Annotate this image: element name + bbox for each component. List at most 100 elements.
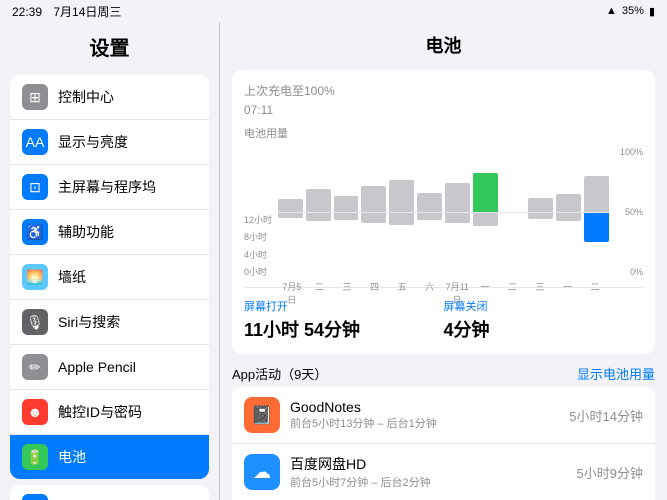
accessibility-label: 辅助功能 <box>58 222 114 242</box>
siri-label: Siri与搜索 <box>58 312 120 332</box>
touch-id-icon: ☻ <box>22 399 48 425</box>
app-name-0: GoodNotes <box>290 399 569 415</box>
x-label-4: 五 <box>388 280 416 306</box>
bar-top-7 <box>473 173 498 212</box>
status-bar: 22:39 7月14日周三 ▲ 35% ▮ <box>0 0 667 22</box>
bar-top-3 <box>361 186 386 212</box>
app-time-0: 5小时14分钟 <box>569 406 643 425</box>
bar-bottom-5 <box>417 213 442 220</box>
app-sub-1: 前台5小时7分钟 – 后台2分钟 <box>290 474 577 490</box>
bar-bottom-1 <box>306 213 331 221</box>
control-center-icon: ⊞ <box>22 84 48 110</box>
sidebar-item-battery[interactable]: 🔋 电池 <box>10 435 209 479</box>
status-time: 22:39 7月14日周三 <box>12 3 121 20</box>
x-label-9: 三 <box>526 280 554 306</box>
app-sub-0: 前台5小时13分钟 – 后台1分钟 <box>290 415 569 431</box>
wifi-icon: ▲ <box>606 5 617 17</box>
bar-bottom-3 <box>361 213 386 223</box>
bar-top-10 <box>556 194 581 212</box>
activity-title: App活动（9天） <box>232 364 327 383</box>
x-label-3: 四 <box>361 280 389 306</box>
screen-off-value: 4分钟 <box>444 316 644 342</box>
bar-top-5 <box>417 193 442 213</box>
bar-top-4 <box>389 180 414 213</box>
bar-bottom-6 <box>445 213 470 223</box>
screen-on-value: 11小时 54分钟 <box>244 316 444 342</box>
siri-icon: 🎙 <box>22 309 48 335</box>
bar-bottom-0 <box>278 213 303 218</box>
content-header: 电池 <box>220 22 667 64</box>
apple-pencil-icon: ✏ <box>22 354 48 380</box>
bar-bottom-11 <box>584 213 609 242</box>
battery-icon: ▮ <box>649 5 655 18</box>
sidebar-item-touch-id[interactable]: ☻ 触控ID与密码 <box>10 390 209 435</box>
wallpaper-label: 墙纸 <box>58 267 86 287</box>
x-label-7: 一 <box>471 280 499 306</box>
x-label-10: 一 <box>554 280 582 306</box>
chart-bottom-area: 12小时 8小时 4小时 0小时 <box>278 213 609 278</box>
last-charge-label: 上次充电至100% <box>244 82 643 99</box>
sidebar-item-home-screen[interactable]: ⊡ 主屏幕与程序坞 <box>10 165 209 210</box>
x-label-11: 二 <box>581 280 609 306</box>
x-label-0: 7月5日 <box>278 280 306 306</box>
apple-pencil-label: Apple Pencil <box>58 359 136 375</box>
bar-bottom-4 <box>389 213 414 225</box>
sidebar-item-control-center[interactable]: ⊞ 控制中心 <box>10 75 209 120</box>
battery-icon: 🔋 <box>22 444 48 470</box>
bar-top-9 <box>528 198 553 212</box>
bar-top-11 <box>584 176 609 212</box>
app-icon-0: 📓 <box>244 397 280 433</box>
x-label-5: 六 <box>416 280 444 306</box>
app-name-1: 百度网盘HD <box>290 454 577 474</box>
app-time-1: 5小时9分钟 <box>577 463 643 482</box>
bar-top-1 <box>306 189 331 212</box>
sidebar-item-siri[interactable]: 🎙 Siri与搜索 <box>10 300 209 345</box>
chart-x-labels: 7月5日二三四五六7月11日一二三一二 <box>278 280 609 306</box>
control-center-label: 控制中心 <box>58 87 114 107</box>
sidebar-item-accessibility[interactable]: ♿ 辅助功能 <box>10 210 209 255</box>
battery-percentage: 35% <box>622 5 644 17</box>
bar-top-0 <box>278 199 303 212</box>
battery-usage-label: 电池用量 <box>244 125 643 141</box>
battery-chart-section: 上次充电至100% 07:11 电池用量 100% 50% 0% 12小时 8小… <box>232 70 655 354</box>
bar-bottom-7 <box>473 213 498 226</box>
bar-top-6 <box>445 183 470 212</box>
sidebar-item-wallpaper[interactable]: 🌅 墙纸 <box>10 255 209 300</box>
x-label-1: 二 <box>306 280 334 306</box>
display-label: 显示与亮度 <box>58 132 128 152</box>
privacy-icon: 🤚 <box>22 494 48 500</box>
chart-top-bars <box>278 147 609 212</box>
app-icon-1: ☁ <box>244 454 280 490</box>
touch-id-label: 触控ID与密码 <box>58 402 142 422</box>
battery-label: 电池 <box>58 447 86 467</box>
activity-header: App活动（9天） 显示电池用量 <box>232 364 655 383</box>
chart-y-labels-left: 12小时 8小时 4小时 0小时 <box>244 213 274 278</box>
sidebar-item-display[interactable]: AA 显示与亮度 <box>10 120 209 165</box>
app-list: 📓 GoodNotes前台5小时13分钟 – 后台1分钟5小时14分钟 ☁ 百度网盘H… <box>232 387 655 500</box>
last-charge-time: 07:11 <box>244 103 643 117</box>
home-screen-label: 主屏幕与程序坞 <box>58 177 156 197</box>
chart-y-labels-right: 100% 50% 0% <box>613 147 643 277</box>
show-battery-link[interactable]: 显示电池用量 <box>577 364 655 383</box>
app-item-0[interactable]: 📓 GoodNotes前台5小时13分钟 – 后台1分钟5小时14分钟 <box>232 387 655 444</box>
accessibility-icon: ♿ <box>22 219 48 245</box>
status-right: ▲ 35% ▮ <box>606 5 655 18</box>
wallpaper-icon: 🌅 <box>22 264 48 290</box>
sidebar-item-apple-pencil[interactable]: ✏ Apple Pencil <box>10 345 209 390</box>
x-label-8: 二 <box>499 280 527 306</box>
display-icon: AA <box>22 129 48 155</box>
sidebar-item-privacy[interactable]: 🤚隐私 <box>10 485 209 500</box>
bar-bottom-2 <box>334 213 359 220</box>
home-screen-icon: ⊡ <box>22 174 48 200</box>
sidebar: 设置 ⊞ 控制中心 AA 显示与亮度 ⊡ 主屏幕与程序坞 ♿ 辅助功能 🌅 墙纸 🎙 Siri与搜索 ✏… <box>0 22 220 500</box>
bar-bottom-10 <box>556 213 581 221</box>
battery-chart: 100% 50% 0% 12小时 8小时 4小时 0小时 7月5日二三四五六7月… <box>244 147 643 277</box>
content-area: 电池 上次充电至100% 07:11 电池用量 100% 50% 0% 12小时 <box>220 22 667 500</box>
x-label-2: 三 <box>333 280 361 306</box>
app-item-1[interactable]: ☁ 百度网盘HD前台5小时7分钟 – 后台2分钟5小时9分钟 <box>232 444 655 500</box>
bar-bottom-9 <box>528 213 553 219</box>
x-label-6: 7月11日 <box>443 280 471 306</box>
sidebar-title: 设置 <box>0 22 219 69</box>
bar-top-2 <box>334 196 359 212</box>
page-title: 电池 <box>426 32 462 58</box>
